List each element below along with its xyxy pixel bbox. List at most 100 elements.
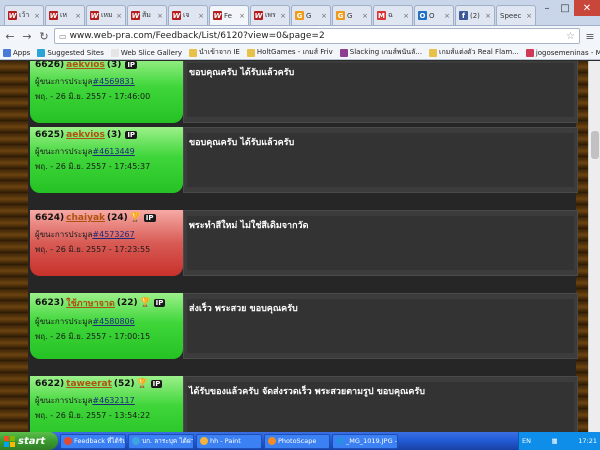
tab-close-icon[interactable]: ×	[239, 12, 245, 20]
feedback-message-panel: พระทำสีใหม่ ไม่ใช่สีเดิมจากวัด	[183, 210, 578, 276]
user-link[interactable]: taweerat	[66, 379, 112, 389]
user-score: (22)	[116, 298, 138, 308]
tab-close-icon[interactable]: ×	[198, 12, 204, 20]
taskbar-label: _MG_1019.JPG - Pho...	[346, 437, 398, 445]
browser-tab[interactable]: M ฉ ×	[373, 5, 413, 25]
language-indicator[interactable]: EN	[522, 437, 531, 445]
browser-tab[interactable]: W เห ×	[45, 5, 85, 25]
tab-close-icon[interactable]: ×	[321, 12, 327, 20]
feedback-entry: 6625) aekvios (3) IP ผู้ขนะการประมูล#4613449…	[30, 127, 578, 193]
browser-tab[interactable]: Speec ×	[496, 5, 536, 25]
tab-favicon-icon: W	[8, 11, 17, 20]
bookmark-item[interactable]: นำเข้าจาก IE	[189, 47, 240, 58]
feedback-info-panel: 6622) taweerat (52) 🏆 IP ผู้ขนะการประมูล#4632…	[30, 376, 183, 432]
window-controls: – □ ✕	[538, 0, 600, 18]
bookmark-item[interactable]: เกมส์แต่งตัว Real Flam...	[429, 47, 519, 58]
bookmark-item[interactable]: Web Slice Gallery	[110, 48, 182, 57]
tab-close-icon[interactable]: ×	[362, 12, 368, 20]
bookmark-star-icon[interactable]: ☆	[566, 31, 575, 42]
bookmark-icon	[429, 48, 438, 57]
tab-label: เห	[60, 11, 68, 19]
feedback-number: 6625)	[35, 130, 65, 140]
browser-tab[interactable]: W เพร ×	[250, 5, 290, 25]
taskbar-button[interactable]: Feedback ที่ได้รับจ...	[60, 433, 126, 449]
tab-label: Speec	[500, 11, 522, 20]
taskbar-app-icon	[132, 437, 140, 445]
reload-icon[interactable]: ↻	[37, 29, 51, 43]
bookmark-item[interactable]: Apps	[3, 48, 30, 57]
auction-link[interactable]: #4569831	[92, 77, 134, 86]
tab-close-icon[interactable]: ×	[75, 12, 81, 20]
address-bar[interactable]: ▭ www.web-pra.com/Feedback/List/6120?vie…	[54, 28, 580, 44]
browser-tab[interactable]: W เจ ×	[168, 5, 208, 25]
start-label: start	[18, 435, 46, 447]
start-button[interactable]: start	[0, 432, 58, 450]
bookmark-item[interactable]: Slacking เกมส์พนันลั...	[339, 47, 422, 58]
minimize-button[interactable]: –	[538, 0, 556, 16]
user-link[interactable]: aekvios	[66, 61, 105, 70]
bookmark-label: jogosemeninas - Maid ...	[535, 48, 600, 57]
browser-tab[interactable]: W เว้า ×	[4, 5, 44, 25]
tab-close-icon[interactable]: ×	[34, 12, 40, 20]
maximize-button[interactable]: □	[556, 0, 574, 16]
feedback-number: 6624)	[35, 213, 65, 223]
back-icon[interactable]: ←	[3, 29, 17, 43]
tab-close-icon[interactable]: ×	[403, 12, 409, 20]
auction-link[interactable]: #4632117	[92, 396, 134, 405]
user-score: (3)	[106, 61, 122, 70]
auction-info: ผู้ขนะการประมูล#4613449	[35, 145, 178, 158]
windows-taskbar: start Feedback ที่ได้รับจ... บก. ลาระบุค …	[0, 432, 600, 450]
browser-tab[interactable]: G G ×	[291, 5, 331, 25]
browser-tab[interactable]: f (2) ×	[455, 5, 495, 25]
page-scrollbar[interactable]	[588, 61, 600, 432]
forward-icon[interactable]: →	[20, 29, 34, 43]
user-score: (3)	[106, 130, 122, 140]
tab-close-icon[interactable]: ×	[485, 12, 491, 20]
auction-info: ผู้ขนะการประมูล#4580806	[35, 315, 178, 328]
feedback-message: ขอบคุณครับ ได้รับแล้วครับ	[189, 68, 295, 78]
bookmark-item[interactable]: jogosemeninas - Maid ...	[525, 48, 600, 57]
browser-tab[interactable]: W Fe ×	[209, 5, 249, 25]
browser-tab[interactable]: O O ×	[414, 5, 454, 25]
tab-close-icon[interactable]: ×	[444, 12, 450, 20]
user-link[interactable]: ใช้ภาษาจาด	[66, 296, 115, 310]
tab-close-icon[interactable]: ×	[157, 12, 163, 20]
taskbar-button[interactable]: บก. ลาระบุค ได้ฝากเกิน...	[128, 433, 194, 449]
bookmark-item[interactable]: Suggested Sites	[37, 48, 104, 57]
bookmark-icon	[246, 48, 255, 57]
auction-link[interactable]: #4613449	[92, 147, 134, 156]
tab-close-icon[interactable]: ×	[280, 12, 286, 20]
user-link[interactable]: aekvios	[66, 130, 105, 140]
feedback-message-panel: ส่งเร็ว พระสวย ขอบคุณครับ	[183, 293, 578, 359]
user-score: (52)	[113, 379, 135, 389]
bookmark-item[interactable]: HoltGames - เกมส์ Friv	[246, 47, 333, 58]
taskbar-button[interactable]: hh - Paint	[196, 433, 262, 449]
auction-link[interactable]: #4580806	[92, 317, 134, 326]
message-box: ขอบคุณครับ ได้รับแล้วครับ	[187, 63, 574, 117]
taskbar-button[interactable]: PhotoScape	[264, 433, 330, 449]
tab-close-icon[interactable]: ×	[526, 12, 532, 20]
feedback-entry: 6623) ใช้ภาษาจาด (22) 🏆 IP ผู้ขนะการประมูล#45…	[30, 293, 578, 359]
browser-tab[interactable]: W ส้ม ×	[127, 5, 167, 25]
bookmark-label: Web Slice Gallery	[120, 48, 182, 57]
browser-tab[interactable]: W เหม ×	[86, 5, 126, 25]
tab-favicon-icon: W	[172, 11, 181, 20]
tab-label: ฉ	[388, 11, 393, 19]
tab-close-icon[interactable]: ×	[116, 12, 122, 20]
system-tray: EN ▦ 17:21	[518, 432, 600, 450]
tab-label: เว้า	[19, 11, 30, 19]
feedback-header: 6625) aekvios (3) IP	[35, 130, 178, 140]
scrollbar-thumb[interactable]	[591, 131, 599, 159]
taskbar-button[interactable]: _MG_1019.JPG - Pho...	[332, 433, 398, 449]
menu-icon[interactable]: ≡	[583, 29, 597, 43]
feedback-info-panel: 6626) aekvios (3) IP ผู้ขนะการประมูล#4569831…	[30, 61, 183, 123]
user-link[interactable]: chaiyak	[66, 213, 105, 223]
close-window-button[interactable]: ✕	[574, 0, 600, 16]
browser-tab[interactable]: G G ×	[332, 5, 372, 25]
tab-favicon-icon: O	[418, 11, 427, 20]
network-icon[interactable]: ▦	[552, 437, 558, 445]
feedback-message: ได้รับของแล้วครับ จัดส่งรวดเร็ว พระสวยตา…	[189, 387, 425, 397]
feedback-header: 6623) ใช้ภาษาจาด (22) 🏆 IP	[35, 296, 178, 310]
auction-link[interactable]: #4573267	[92, 230, 134, 239]
clock: 17:21	[578, 437, 597, 445]
